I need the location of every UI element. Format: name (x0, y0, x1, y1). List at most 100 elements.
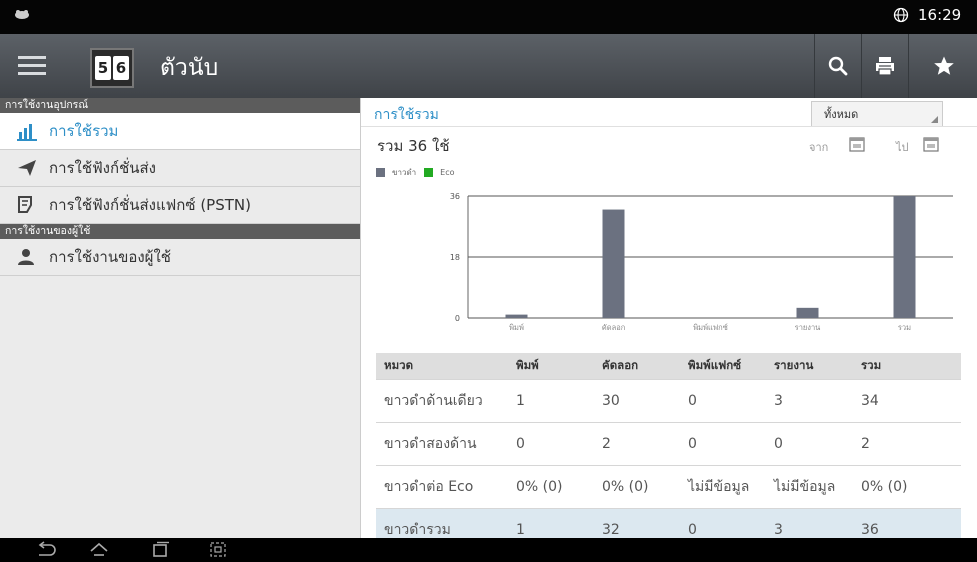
to-label: ไป (896, 141, 909, 154)
screenshot-icon[interactable] (208, 541, 230, 559)
table-cell: ขาวดำต่อ Eco (384, 479, 474, 495)
fax-icon (17, 195, 43, 215)
usage-table: หมวด พิมพ์ คัดลอก พิมพ์แฟกซ์ รายงาน รวมขาวดำด… (376, 353, 961, 552)
send-icon (17, 158, 43, 178)
table-row: ขาวดำสองด้าน 0 2 0 0 2 (376, 423, 961, 466)
logo-digit-left: 5 (95, 56, 111, 80)
from-label: จาก (809, 141, 829, 154)
table-cell: 1 (516, 522, 525, 538)
column-header: พิมพ์ (516, 358, 539, 372)
star-icon (933, 56, 954, 75)
bar-chart-icon (17, 121, 43, 141)
user-icon (17, 247, 43, 267)
table-header: หมวด พิมพ์ คัดลอก พิมพ์แฟกซ์ รายงาน รวม (376, 353, 961, 380)
filter-dropdown-value: ทั้งหมด (824, 108, 859, 121)
clock: 16:29 (918, 6, 962, 24)
app-title: ตัวนับ (160, 55, 219, 81)
table-cell: ไม่มีข้อมูล (774, 479, 836, 495)
table-cell: 32 (602, 522, 620, 538)
table-cell: 1 (516, 393, 525, 409)
table-cell: 30 (602, 393, 620, 409)
sidebar-item-total-usage[interactable]: การใช้รวม (0, 113, 360, 150)
usage-bar-chart: 0 18 36 พิมพ์ คัดลอก พิมพ์แฟกซ์ รายงาน รวม (450, 192, 953, 332)
favorite-button[interactable] (908, 34, 977, 98)
x-tick-label: รายงาน (795, 323, 821, 332)
menu-icon[interactable] (18, 56, 46, 76)
selection-pointer (342, 115, 360, 143)
table-cell: ขาวดำด้านเดียว (384, 393, 483, 409)
legend-label-eco: Eco (440, 168, 455, 177)
from-calendar-icon[interactable] (849, 136, 865, 156)
table-cell: 0 (688, 393, 697, 409)
x-tick-label: พิมพ์แฟกซ์ (693, 323, 728, 332)
sidebar-item-label: การใช้รวม (49, 122, 119, 140)
table-cell: 0% (0) (861, 479, 908, 495)
sidebar-item-label: การใช้งานของผู้ใช้ (49, 248, 171, 266)
x-tick-label: พิมพ์ (509, 323, 524, 332)
notification-icon (14, 8, 30, 24)
bar (505, 314, 528, 318)
sidebar-item-label: การใช้ฟังก์ชั่นส่งแฟกซ์ (PSTN) (49, 196, 251, 214)
x-tick-label: คัดลอก (602, 323, 626, 332)
legend-label-mono: ขาวดำ (392, 168, 417, 177)
table-cell: ขาวดำสองด้าน (384, 436, 477, 452)
table-cell: 0 (774, 436, 783, 452)
sidebar-item-label: การใช้ฟังก์ชั่นส่ง (49, 159, 157, 177)
column-header: คัดลอก (602, 358, 639, 372)
table-cell: 0 (688, 522, 697, 538)
dropdown-corner-icon (931, 116, 938, 123)
sidebar-item-send-usage[interactable]: การใช้ฟังก์ชั่นส่ง (0, 150, 360, 187)
table-cell: 34 (861, 393, 879, 409)
app-bar: 5 6 ตัวนับ (0, 34, 977, 98)
sidebar-item-user-usage[interactable]: การใช้งานของผู้ใช้ (0, 239, 360, 276)
column-header: รายงาน (774, 358, 814, 372)
app-logo: 5 6 (90, 48, 134, 88)
sidebar: การใช้งานอุปกรณ์ การใช้รวม การใช้ฟังก์ชั… (0, 98, 360, 538)
sidebar-item-fax-usage[interactable]: การใช้ฟังก์ชั่นส่งแฟกซ์ (PSTN) (0, 187, 360, 224)
system-nav-bar (0, 538, 977, 562)
y-tick-label: 36 (450, 192, 460, 201)
divider (361, 126, 977, 127)
table-cell: ไม่มีข้อมูล (688, 479, 750, 495)
section-header-user-usage: การใช้งานของผู้ใช้ (0, 224, 360, 239)
legend-swatch-mono (376, 168, 385, 177)
table-cell: 2 (602, 436, 611, 452)
to-calendar-icon[interactable] (923, 136, 939, 156)
y-tick-label: 0 (455, 314, 460, 323)
bar (893, 196, 916, 318)
y-tick-label: 18 (450, 253, 460, 262)
table-cell: 36 (861, 522, 879, 538)
column-header: พิมพ์แฟกซ์ (688, 358, 742, 372)
total-usage-label: รวม 36 ใช้ (377, 137, 450, 155)
bar (602, 209, 625, 318)
home-icon[interactable] (88, 541, 110, 559)
table-cell: 0 (688, 436, 697, 452)
table-cell: 2 (861, 436, 870, 452)
main-panel: การใช้รวม ทั้งหมด รวม 36 ใช้ จาก ไป ขาวด… (360, 98, 977, 552)
table-cell: 0 (516, 436, 525, 452)
print-button[interactable] (861, 34, 908, 98)
logo-digit-right: 6 (113, 56, 129, 80)
section-header-device-usage: การใช้งานอุปกรณ์ (0, 98, 360, 113)
table-cell: 0% (0) (602, 479, 649, 495)
page-title: การใช้รวม (374, 107, 439, 123)
filter-dropdown[interactable]: ทั้งหมด (811, 101, 943, 127)
table-row: ขาวดำด้านเดียว 1 30 0 3 34 (376, 380, 961, 423)
table-cell: 3 (774, 393, 783, 409)
recent-apps-icon[interactable] (150, 541, 172, 559)
legend-swatch-eco (424, 168, 434, 177)
table-row: ขาวดำต่อ Eco 0% (0) 0% (0) ไม่มีข้อมูล ไม่มี… (376, 466, 961, 509)
bar (796, 307, 819, 318)
search-icon (828, 56, 848, 76)
status-bar: 16:29 (0, 0, 977, 34)
back-icon[interactable] (35, 541, 57, 559)
table-cell: 0% (0) (516, 479, 563, 495)
x-tick-label: รวม (898, 323, 911, 332)
globe-icon (893, 7, 909, 23)
column-header: หมวด (384, 358, 414, 372)
search-button[interactable] (814, 34, 861, 98)
table-cell: 3 (774, 522, 783, 538)
chart-legend: ขาวดำ Eco (376, 166, 455, 179)
column-header: รวม (861, 358, 882, 372)
print-icon (876, 57, 894, 76)
